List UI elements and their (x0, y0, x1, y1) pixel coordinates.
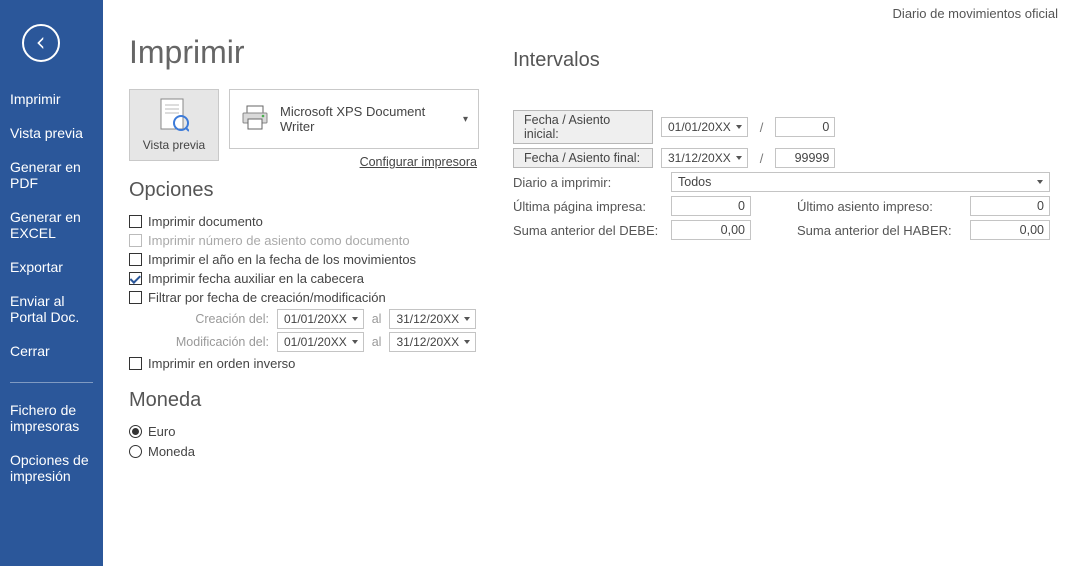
diario-imprimir-label: Diario a imprimir: (513, 175, 663, 190)
opciones-heading: Opciones (129, 179, 479, 202)
chk-label: Imprimir fecha auxiliar en la cabecera (148, 271, 364, 286)
sidebar-separator (10, 382, 93, 383)
chk-label: Imprimir documento (148, 214, 263, 229)
suma-debe-input[interactable] (671, 220, 751, 240)
creacion-del-to[interactable]: 31/12/20XX (389, 309, 476, 329)
ultima-pagina-label: Última página impresa: (513, 199, 663, 214)
sidebar-item-imprimir[interactable]: Imprimir (0, 82, 103, 116)
chk-imprimir-asiento-documento: Imprimir número de asiento como document… (129, 233, 479, 248)
fecha-final-date[interactable]: 31/12/20XX (661, 148, 748, 168)
back-button[interactable] (22, 24, 60, 62)
ultima-pagina-input[interactable] (671, 196, 751, 216)
creacion-del-label: Creación del: (159, 312, 269, 326)
sep-al: al (372, 335, 382, 349)
suma-haber-label: Suma anterior del HABER: (797, 223, 962, 238)
vista-previa-button[interactable]: Vista previa (129, 89, 219, 161)
chk-imprimir-anio[interactable]: Imprimir el año en la fecha de los movim… (129, 252, 479, 267)
printer-selector[interactable]: Microsoft XPS Document Writer ▾ (229, 89, 479, 149)
main-panel: Diario de movimientos oficial Imprimir (103, 0, 1076, 566)
slash-sep: / (760, 120, 764, 135)
chk-label: Imprimir número de asiento como document… (148, 233, 410, 248)
sidebar-item-generar-pdf[interactable]: Generar en PDF (0, 150, 103, 200)
intervalos-heading: Intervalos (513, 49, 1050, 72)
sidebar-item-fichero-impresoras[interactable]: Fichero de impresoras (0, 393, 103, 443)
suma-haber-input[interactable] (970, 220, 1050, 240)
chk-filtrar-fecha[interactable]: Filtrar por fecha de creación/modificaci… (129, 290, 479, 305)
fecha-asiento-inicial-button[interactable]: Fecha / Asiento inicial: (513, 110, 653, 144)
radio-label: Moneda (148, 444, 195, 459)
checkbox-icon[interactable] (129, 253, 142, 266)
slash-sep: / (760, 151, 764, 166)
radio-label: Euro (148, 424, 175, 439)
fecha-asiento-final-button[interactable]: Fecha / Asiento final: (513, 148, 653, 168)
modificacion-del-from[interactable]: 01/01/20XX (277, 332, 364, 352)
sidebar-item-vista-previa[interactable]: Vista previa (0, 116, 103, 150)
asiento-final-input[interactable] (775, 148, 835, 168)
backstage-sidebar: Imprimir Vista previa Generar en PDF Gen… (0, 0, 103, 566)
modificacion-del-label: Modificación del: (159, 335, 269, 349)
chevron-down-icon: ▾ (463, 114, 468, 125)
chk-label: Filtrar por fecha de creación/modificaci… (148, 290, 386, 305)
asiento-inicial-input[interactable] (775, 117, 835, 137)
checkbox-icon[interactable] (129, 357, 142, 370)
checkbox-icon[interactable] (129, 215, 142, 228)
creacion-del-from[interactable]: 01/01/20XX (277, 309, 364, 329)
radio-euro[interactable]: Euro (129, 424, 479, 439)
document-preview-icon (159, 98, 189, 134)
window-subtitle: Diario de movimientos oficial (893, 6, 1058, 21)
configurar-impresora-link[interactable]: Configurar impresora (229, 155, 479, 169)
printer-name: Microsoft XPS Document Writer (280, 104, 453, 134)
radio-icon[interactable] (129, 445, 142, 458)
chk-orden-inverso[interactable]: Imprimir en orden inverso (129, 356, 479, 371)
checkbox-icon (129, 234, 142, 247)
sidebar-item-generar-excel[interactable]: Generar en EXCEL (0, 200, 103, 250)
checkbox-icon[interactable] (129, 291, 142, 304)
suma-debe-label: Suma anterior del DEBE: (513, 223, 663, 238)
fecha-inicial-date[interactable]: 01/01/20XX (661, 117, 748, 137)
sep-al: al (372, 312, 382, 326)
arrow-left-icon (32, 34, 50, 52)
vista-previa-label: Vista previa (143, 138, 205, 152)
ultimo-asiento-input[interactable] (970, 196, 1050, 216)
chk-label: Imprimir en orden inverso (148, 356, 295, 371)
ultimo-asiento-label: Último asiento impreso: (797, 199, 962, 214)
radio-moneda[interactable]: Moneda (129, 444, 479, 459)
radio-icon[interactable] (129, 425, 142, 438)
sidebar-item-opciones-impresion[interactable]: Opciones de impresión (0, 443, 103, 493)
moneda-heading: Moneda (129, 389, 479, 412)
printer-icon (240, 105, 270, 134)
sidebar-item-exportar[interactable]: Exportar (0, 250, 103, 284)
chk-label: Imprimir el año en la fecha de los movim… (148, 252, 416, 267)
modificacion-del-to[interactable]: 31/12/20XX (389, 332, 476, 352)
diario-imprimir-select[interactable]: Todos (671, 172, 1050, 192)
checkbox-icon[interactable] (129, 272, 142, 285)
sidebar-item-enviar-portal[interactable]: Enviar al Portal Doc. (0, 284, 103, 334)
chk-imprimir-documento[interactable]: Imprimir documento (129, 214, 479, 229)
sidebar-item-cerrar[interactable]: Cerrar (0, 334, 103, 368)
chk-fecha-auxiliar[interactable]: Imprimir fecha auxiliar en la cabecera (129, 271, 479, 286)
